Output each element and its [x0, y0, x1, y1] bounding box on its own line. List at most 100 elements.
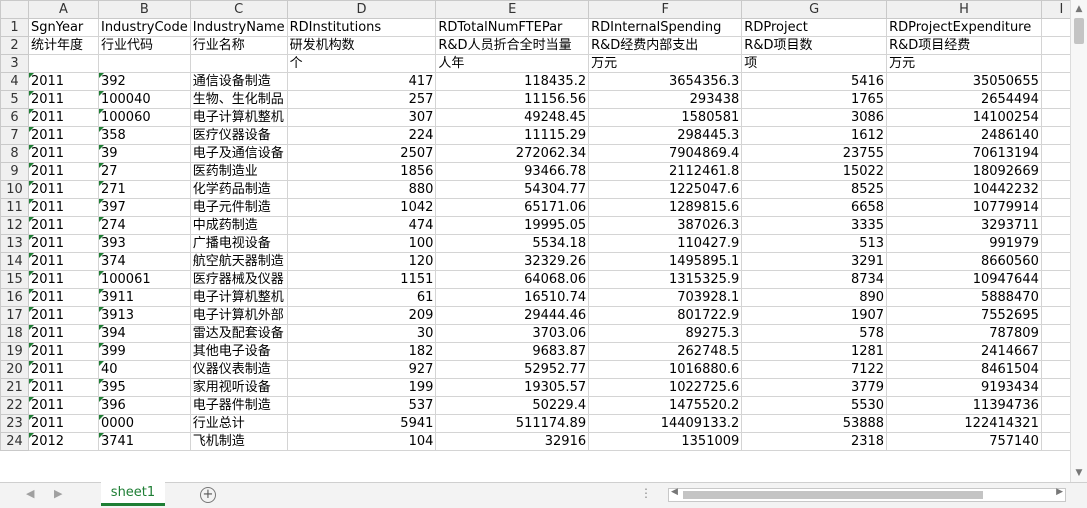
cell[interactable]: 2011 — [27, 288, 99, 307]
cell[interactable]: 6658 — [741, 198, 888, 217]
cell[interactable]: 397 — [97, 198, 191, 217]
cell[interactable]: 0000 — [97, 414, 191, 433]
cell[interactable]: 27 — [97, 162, 191, 181]
cell[interactable]: 2011 — [27, 252, 99, 271]
cell[interactable]: 880 — [286, 180, 437, 199]
cell[interactable]: 703928.1 — [588, 288, 743, 307]
cell[interactable]: 医药制造业 — [189, 162, 288, 181]
row-header[interactable]: 11 — [0, 198, 29, 217]
cell[interactable]: 100 — [286, 234, 437, 253]
cell[interactable]: 29444.46 — [435, 306, 590, 325]
add-sheet-icon[interactable]: + — [200, 487, 216, 503]
cell[interactable]: 电子计算机整机 — [189, 288, 288, 307]
row-header[interactable]: 20 — [0, 360, 29, 379]
cell[interactable]: 14100254 — [886, 108, 1042, 127]
cell[interactable]: 1016880.6 — [588, 360, 743, 379]
cell[interactable]: 2011 — [27, 306, 99, 325]
cell[interactable]: 5941 — [286, 414, 437, 433]
cell[interactable]: 2011 — [27, 180, 99, 199]
cell[interactable]: 2112461.8 — [588, 162, 743, 181]
column-header[interactable]: C — [189, 0, 288, 19]
cell[interactable]: 统计年度 — [27, 36, 99, 55]
cell[interactable]: 1856 — [286, 162, 437, 181]
cell[interactable]: 2011 — [27, 396, 99, 415]
cell[interactable]: 2654494 — [886, 90, 1042, 109]
cell[interactable]: 2486140 — [886, 126, 1042, 145]
cell[interactable]: 2011 — [27, 198, 99, 217]
cell[interactable]: 93466.78 — [435, 162, 590, 181]
cell[interactable]: 358 — [97, 126, 191, 145]
cell[interactable]: 224 — [286, 126, 437, 145]
cell[interactable]: 2011 — [27, 270, 99, 289]
cell[interactable]: 2011 — [27, 108, 99, 127]
row-header[interactable]: 24 — [0, 432, 29, 451]
cell[interactable]: 5530 — [741, 396, 888, 415]
row-header[interactable]: 14 — [0, 252, 29, 271]
cell[interactable]: 19305.57 — [435, 378, 590, 397]
cell[interactable]: 298445.3 — [588, 126, 743, 145]
cell[interactable] — [27, 54, 99, 73]
cell[interactable]: 5888470 — [886, 288, 1042, 307]
cell[interactable]: 52952.77 — [435, 360, 590, 379]
cell[interactable]: 2011 — [27, 90, 99, 109]
cell[interactable]: 537 — [286, 396, 437, 415]
cell[interactable]: 15022 — [741, 162, 888, 181]
cell[interactable]: 3703.06 — [435, 324, 590, 343]
cell[interactable]: 万元 — [886, 54, 1042, 73]
cell[interactable]: 3913 — [97, 306, 191, 325]
cell[interactable]: 化学药品制造 — [189, 180, 288, 199]
cell[interactable]: 100040 — [97, 90, 191, 109]
cell[interactable]: 2012 — [27, 432, 99, 451]
cell[interactable]: 行业名称 — [189, 36, 288, 55]
cell[interactable]: 5534.18 — [435, 234, 590, 253]
cell[interactable]: 395 — [97, 378, 191, 397]
cell[interactable]: 2011 — [27, 162, 99, 181]
scroll-up-icon[interactable]: ▲ — [1071, 1, 1087, 17]
cell[interactable]: 飞机制造 — [189, 432, 288, 451]
cell[interactable]: 研发机构数 — [286, 36, 437, 55]
row-header[interactable]: 4 — [0, 72, 29, 91]
column-header[interactable]: F — [588, 0, 743, 19]
column-header[interactable]: H — [886, 0, 1042, 19]
cell[interactable]: 787809 — [886, 324, 1042, 343]
cell[interactable]: 801722.9 — [588, 306, 743, 325]
cell[interactable]: 1281 — [741, 342, 888, 361]
cell[interactable]: 513 — [741, 234, 888, 253]
prev-sheet-icon[interactable]: ◀ — [26, 487, 34, 500]
cell[interactable]: 11394736 — [886, 396, 1042, 415]
row-header[interactable]: 13 — [0, 234, 29, 253]
row-header[interactable]: 10 — [0, 180, 29, 199]
cell[interactable]: 中成药制造 — [189, 216, 288, 235]
cell[interactable]: 医疗仪器设备 — [189, 126, 288, 145]
row-header[interactable]: 23 — [0, 414, 29, 433]
cell[interactable]: RDInstitutions — [286, 18, 437, 37]
row-header[interactable]: 3 — [0, 54, 29, 73]
row-header[interactable]: 7 — [0, 126, 29, 145]
select-all-corner[interactable] — [0, 0, 29, 19]
cell[interactable]: R&D人员折合全时当量 — [435, 36, 590, 55]
cell[interactable]: 32916 — [435, 432, 590, 451]
cell[interactable]: 32329.26 — [435, 252, 590, 271]
row-header[interactable]: 5 — [0, 90, 29, 109]
cell[interactable]: 396 — [97, 396, 191, 415]
cell[interactable]: R&D项目数 — [741, 36, 888, 55]
row-header[interactable]: 19 — [0, 342, 29, 361]
cell[interactable]: 3779 — [741, 378, 888, 397]
cell[interactable]: 医疗器械及仪器 — [189, 270, 288, 289]
cell[interactable]: 项 — [741, 54, 888, 73]
cell[interactable]: 2011 — [27, 342, 99, 361]
cell[interactable]: 394 — [97, 324, 191, 343]
cell[interactable]: 49248.45 — [435, 108, 590, 127]
vertical-scroll-thumb[interactable] — [1074, 18, 1084, 44]
cell[interactable]: 1580581 — [588, 108, 743, 127]
next-sheet-icon[interactable]: ▶ — [54, 487, 62, 500]
cell[interactable]: 120 — [286, 252, 437, 271]
cell[interactable]: 393 — [97, 234, 191, 253]
cell[interactable]: 3741 — [97, 432, 191, 451]
column-header[interactable]: G — [741, 0, 888, 19]
cell[interactable]: 1475520.2 — [588, 396, 743, 415]
cell[interactable]: 262748.5 — [588, 342, 743, 361]
cell[interactable]: 人年 — [435, 54, 590, 73]
cell[interactable]: 个 — [286, 54, 437, 73]
cell[interactable]: 3086 — [741, 108, 888, 127]
